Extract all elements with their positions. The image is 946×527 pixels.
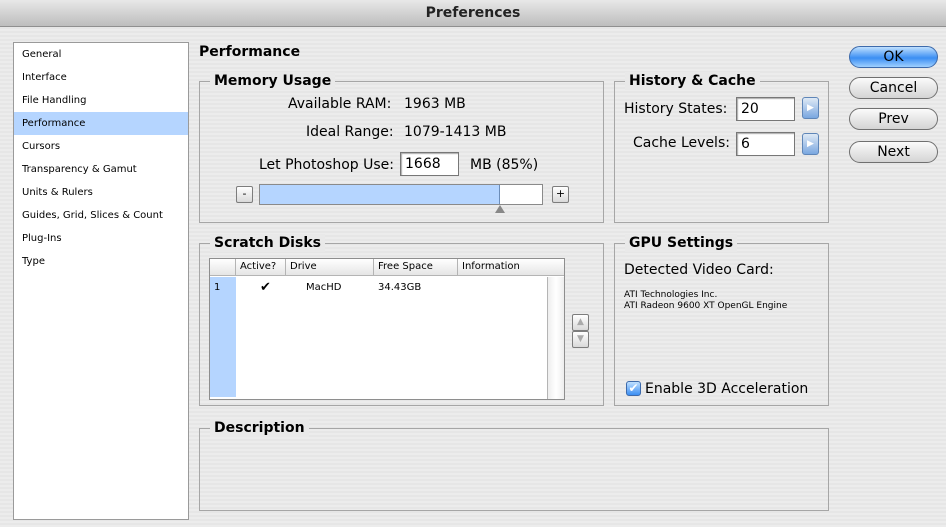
row-free-space: 34.43GB xyxy=(378,282,422,293)
memory-usage-title: Memory Usage xyxy=(210,72,336,90)
move-down-icon[interactable]: ▼ xyxy=(572,331,589,348)
detected-video-card-label: Detected Video Card: xyxy=(624,262,774,278)
memory-slider-thumb[interactable] xyxy=(495,205,505,213)
column-header-free-space[interactable]: Free Space xyxy=(374,259,458,276)
cache-levels-field[interactable]: 6 xyxy=(736,132,795,156)
history-cache-title: History & Cache xyxy=(625,72,760,90)
sidebar-item-transparency-gamut[interactable]: Transparency & Gamut xyxy=(14,158,188,181)
memory-increase-button[interactable]: + xyxy=(552,186,569,203)
video-card-model: ATI Radeon 9600 XT OpenGL Engine xyxy=(624,301,788,311)
scratch-disks-title: Scratch Disks xyxy=(210,234,325,252)
sidebar-item-guides-grid[interactable]: Guides, Grid, Slices & Count xyxy=(14,204,188,227)
history-states-menu-arrow-icon[interactable]: ▶ xyxy=(802,97,819,119)
sidebar-item-plug-ins[interactable]: Plug-Ins xyxy=(14,227,188,250)
cache-levels-menu-arrow-icon[interactable]: ▶ xyxy=(802,133,819,155)
next-button[interactable]: Next xyxy=(849,141,938,163)
sidebar-item-general[interactable]: General xyxy=(14,43,188,66)
column-header-index xyxy=(210,259,236,276)
column-header-information[interactable]: Information xyxy=(458,259,564,276)
ok-button[interactable]: OK xyxy=(849,46,938,68)
history-states-field[interactable]: 20 xyxy=(736,97,795,121)
column-header-drive[interactable]: Drive xyxy=(286,259,374,276)
enable-3d-label[interactable]: Enable 3D Acceleration xyxy=(645,381,808,397)
gpu-settings-title: GPU Settings xyxy=(625,234,738,252)
window-title: Preferences xyxy=(0,0,946,27)
memory-amount-field[interactable]: 1668 xyxy=(400,152,459,176)
cache-levels-label: Cache Levels: xyxy=(633,135,730,151)
available-ram-label: Available RAM: xyxy=(288,96,392,112)
description-group: Description xyxy=(199,419,829,511)
memory-unit-suffix: MB (85%) xyxy=(470,157,539,173)
cancel-button[interactable]: Cancel xyxy=(849,77,938,99)
sidebar-item-type[interactable]: Type xyxy=(14,250,188,273)
scratch-disks-table: Active? Drive Free Space Information 1 ✔… xyxy=(209,258,565,400)
available-ram-value: 1963 MB xyxy=(404,96,466,112)
page-title: Performance xyxy=(199,44,301,60)
row-active-checkbox[interactable]: ✔ xyxy=(256,277,271,299)
memory-slider-track[interactable] xyxy=(259,184,543,205)
description-title: Description xyxy=(210,419,309,437)
preferences-category-list: General Interface File Handling Performa… xyxy=(13,42,189,520)
video-card-vendor: ATI Technologies Inc. xyxy=(624,290,718,300)
ideal-range-value: 1079-1413 MB xyxy=(404,124,507,140)
sidebar-item-file-handling[interactable]: File Handling xyxy=(14,89,188,112)
row-drive: MacHD xyxy=(306,282,342,293)
table-scrollbar[interactable] xyxy=(547,277,564,399)
sidebar-item-performance[interactable]: Performance xyxy=(14,112,188,135)
column-header-active[interactable]: Active? xyxy=(236,259,286,276)
enable-3d-checkbox[interactable]: ✔ xyxy=(626,381,641,396)
ideal-range-label: Ideal Range: xyxy=(306,124,394,140)
row-index: 1 xyxy=(210,277,236,397)
sidebar-item-cursors[interactable]: Cursors xyxy=(14,135,188,158)
history-states-label: History States: xyxy=(624,101,728,117)
prev-button[interactable]: Prev xyxy=(849,108,938,130)
sidebar-item-units-rulers[interactable]: Units & Rulers xyxy=(14,181,188,204)
row-information xyxy=(458,277,462,299)
sidebar-item-interface[interactable]: Interface xyxy=(14,66,188,89)
move-up-icon[interactable]: ▲ xyxy=(572,314,589,331)
memory-decrease-button[interactable]: - xyxy=(236,186,253,203)
memory-slider-fill xyxy=(260,185,500,204)
table-row[interactable]: 1 ✔ MacHD 34.43GB xyxy=(210,277,546,397)
let-photoshop-use-label: Let Photoshop Use: xyxy=(259,157,394,173)
